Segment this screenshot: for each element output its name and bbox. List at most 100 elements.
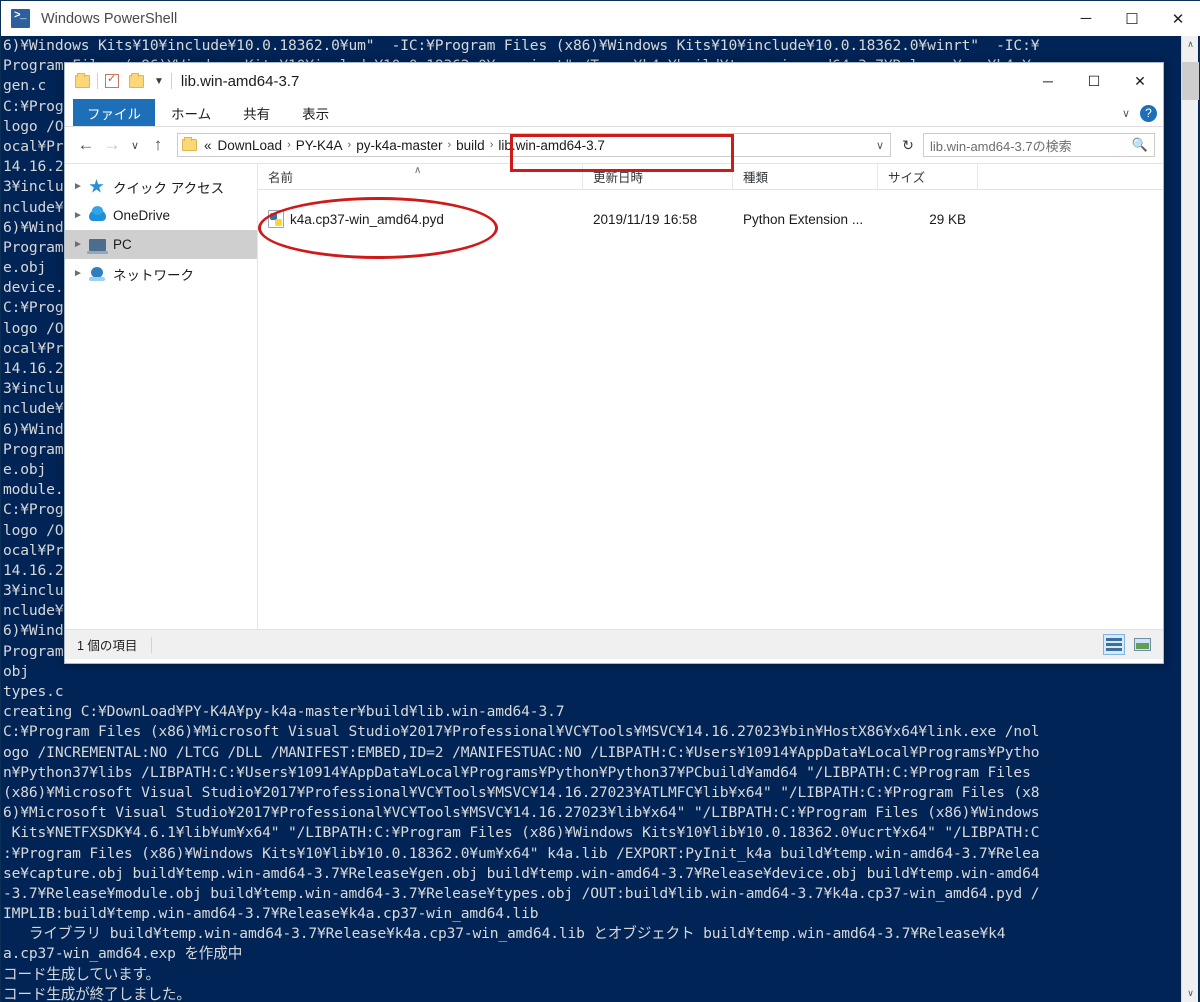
- explorer-titlebar[interactable]: ▼ lib.win-amd64-3.7 ─ ☐ ✕: [65, 63, 1163, 99]
- properties-icon[interactable]: [105, 72, 119, 88]
- column-headers: 名前 更新日時 種類 サイズ ∧: [258, 163, 1163, 190]
- chevron-right-icon[interactable]: ►: [73, 210, 89, 221]
- navigation-pane: ► クイック アクセス ► OneDrive ► PC ► ネットワーク: [65, 164, 258, 629]
- scrollbar-up-arrow[interactable]: ∧: [1182, 36, 1199, 53]
- explorer-maximize-button[interactable]: ☐: [1071, 63, 1117, 99]
- console-line: types.c: [3, 683, 64, 700]
- refresh-button[interactable]: ↻: [897, 133, 919, 157]
- file-type: Python Extension ...: [743, 211, 864, 227]
- breadcrumb-separator[interactable]: ›: [445, 139, 453, 151]
- file-name-cell[interactable]: k4a.cp37-win_amd64.pyd: [258, 210, 583, 228]
- table-row[interactable]: k4a.cp37-win_amd64.pyd 2019/11/19 16:58 …: [258, 202, 1163, 236]
- address-dropdown-icon[interactable]: ∨: [876, 139, 884, 152]
- scrollbar-thumb[interactable]: [1182, 62, 1199, 100]
- toolbar-divider: [97, 73, 98, 89]
- breadcrumb-separator[interactable]: ›: [488, 139, 496, 151]
- search-icon: 🔍: [1131, 137, 1148, 152]
- console-line: se¥capture.obj build¥temp.win-amd64-3.7¥…: [3, 864, 1040, 882]
- explorer-title: lib.win-amd64-3.7: [180, 72, 300, 90]
- powershell-window-buttons: ─ ☐ ✕: [1063, 1, 1200, 36]
- powershell-titlebar[interactable]: Windows PowerShell ─ ☐ ✕: [1, 1, 1200, 36]
- explorer-close-button[interactable]: ✕: [1117, 63, 1163, 99]
- console-line: 6)¥Microsoft Visual Studio¥2017¥Professi…: [3, 804, 1040, 822]
- help-icon[interactable]: ?: [1140, 104, 1157, 122]
- tab-share[interactable]: 共有: [227, 99, 286, 126]
- powershell-scrollbar[interactable]: ∧ ∨: [1181, 36, 1199, 1002]
- file-name: k4a.cp37-win_amd64.pyd: [290, 211, 444, 227]
- console-line: コード生成しています。: [3, 965, 160, 983]
- console-line: 6)¥Windows Kits¥10¥include¥10.0.18362.0¥…: [3, 37, 1040, 54]
- powershell-close-button[interactable]: ✕: [1155, 1, 1200, 36]
- console-line: IMPLIB:build¥temp.win-amd64-3.7¥Release¥…: [3, 905, 539, 923]
- large-icons-view-icon: [1133, 638, 1151, 651]
- recent-locations-button[interactable]: ∨: [125, 132, 145, 158]
- sidebar-item-pc[interactable]: ► PC: [65, 230, 257, 259]
- breadcrumb-item-py-k4a-master[interactable]: py-k4a-master: [353, 138, 445, 153]
- explorer-body: ► クイック アクセス ► OneDrive ► PC ► ネットワーク 名前 …: [65, 163, 1163, 629]
- column-header-size[interactable]: サイズ: [878, 163, 978, 190]
- address-folder-icon: [182, 137, 197, 151]
- console-line: n¥Python37¥libs /LIBPATH:C:¥Users¥10914¥…: [3, 763, 1031, 781]
- item-count-label: 1 個の項目: [77, 639, 138, 653]
- sidebar-item-network[interactable]: ► ネットワーク: [65, 259, 257, 288]
- powershell-icon: [11, 9, 30, 28]
- tab-file[interactable]: ファイル: [73, 99, 155, 126]
- explorer-minimize-button[interactable]: ─: [1025, 63, 1071, 99]
- breadcrumb-item-py-k4a[interactable]: PY-K4A: [293, 138, 346, 153]
- status-bar: 1 個の項目: [65, 629, 1163, 659]
- up-button[interactable]: ↑: [145, 132, 171, 158]
- scrollbar-down-arrow[interactable]: ∨: [1182, 985, 1199, 1002]
- view-mode-buttons: [1103, 634, 1153, 655]
- status-divider: [151, 636, 153, 653]
- back-button[interactable]: ←: [73, 132, 99, 158]
- breadcrumb-separator[interactable]: ›: [285, 139, 293, 151]
- details-view-icon: [1106, 638, 1122, 651]
- new-folder-icon[interactable]: [129, 72, 144, 88]
- console-line: :¥Program Files (x86)¥Windows Kits¥10¥li…: [3, 844, 1040, 862]
- onedrive-cloud-icon: [89, 206, 113, 221]
- console-line: creating C:¥DownLoad¥PY-K4A¥py-k4a-maste…: [3, 703, 565, 721]
- column-header-modified[interactable]: 更新日時: [583, 163, 733, 190]
- explorer-address-row: ← → ∨ ↑ « DownLoad › PY-K4A › py-k4a-mas…: [65, 127, 1163, 163]
- console-line: C:¥Program Files (x86)¥Microsoft Visual …: [3, 723, 1040, 741]
- console-line: Kits¥NETFXSDK¥4.6.1¥lib¥um¥x64" "/LIBPAT…: [3, 824, 1040, 842]
- large-icons-view-button[interactable]: [1131, 634, 1153, 655]
- python-extension-icon: [268, 210, 284, 228]
- address-bar[interactable]: « DownLoad › PY-K4A › py-k4a-master › bu…: [177, 133, 891, 157]
- sidebar-item-label: ネットワーク: [113, 267, 194, 283]
- details-view-button[interactable]: [1103, 634, 1125, 655]
- powershell-title: Windows PowerShell: [41, 10, 178, 27]
- file-modified: 2019/11/19 16:58: [593, 211, 698, 227]
- forward-button: →: [103, 135, 121, 154]
- console-line: -3.7¥Release¥module.obj build¥temp.win-a…: [3, 884, 1040, 902]
- tab-home[interactable]: ホーム: [155, 99, 227, 126]
- breadcrumb-item-build[interactable]: build: [453, 138, 488, 153]
- chevron-down-icon[interactable]: ∨: [1122, 107, 1130, 120]
- search-input[interactable]: lib.win-amd64-3.7の検索 🔍: [923, 133, 1155, 157]
- file-explorer-window: ▼ lib.win-amd64-3.7 ─ ☐ ✕ ファイル ホーム 共有 表示…: [64, 62, 1164, 664]
- breadcrumb-root[interactable]: «: [201, 138, 215, 153]
- chevron-right-icon[interactable]: ►: [73, 239, 89, 250]
- sidebar-item-onedrive[interactable]: ► OneDrive: [65, 201, 257, 230]
- breadcrumb-separator[interactable]: ›: [346, 139, 354, 151]
- search-placeholder: lib.win-amd64-3.7の検索: [930, 138, 1072, 154]
- breadcrumb-item-lib-win-amd64[interactable]: lib.win-amd64-3.7: [495, 138, 608, 153]
- console-line: obj: [3, 662, 29, 680]
- explorer-ribbon-tabs: ファイル ホーム 共有 表示 ∨ ?: [65, 99, 1163, 127]
- sidebar-item-quick-access[interactable]: ► クイック アクセス: [65, 172, 257, 201]
- chevron-right-icon[interactable]: ►: [73, 268, 89, 279]
- this-pc-icon: [87, 238, 113, 254]
- column-header-type[interactable]: 種類: [733, 163, 878, 190]
- console-line: (x86)¥Microsoft Visual Studio¥2017¥Profe…: [3, 783, 1040, 801]
- console-line: ライブラリ build¥temp.win-amd64-3.7¥Release¥k…: [3, 925, 1006, 943]
- breadcrumb-item-downLoad[interactable]: DownLoad: [215, 138, 286, 153]
- folder-icon: [75, 72, 90, 88]
- powershell-maximize-button[interactable]: ☐: [1109, 1, 1155, 36]
- chevron-right-icon[interactable]: ►: [73, 181, 89, 192]
- tab-view[interactable]: 表示: [286, 99, 345, 126]
- powershell-minimize-button[interactable]: ─: [1063, 1, 1109, 36]
- customize-chevron-icon[interactable]: ▼: [154, 76, 164, 87]
- sidebar-item-label: クイック アクセス: [113, 180, 225, 196]
- explorer-window-buttons: ─ ☐ ✕: [1025, 63, 1163, 99]
- console-line: ogo /INCREMENTAL:NO /LTCG /DLL /MANIFEST…: [3, 743, 1040, 761]
